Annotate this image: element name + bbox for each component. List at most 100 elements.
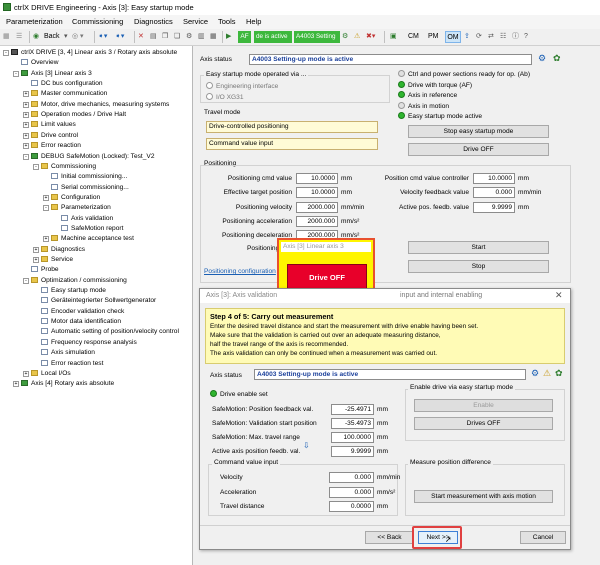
tree-toggle-icon[interactable]: -	[43, 205, 49, 212]
tree-item[interactable]: - Axis [3] Linear axis 3	[13, 69, 92, 79]
menu-help[interactable]: Help	[246, 17, 261, 26]
help-icon[interactable]: ?	[524, 31, 528, 43]
tree-toggle-icon[interactable]: +	[23, 112, 29, 119]
drives-off-button[interactable]: Drives OFF	[414, 417, 553, 430]
tool-icon[interactable]: ⚙	[186, 31, 192, 43]
tree-toggle-icon[interactable]: -	[23, 277, 29, 284]
stop-button[interactable]: Stop	[408, 260, 549, 273]
tree-toggle-icon[interactable]: +	[43, 194, 49, 201]
tree-item[interactable]: Error reaction test	[33, 359, 103, 369]
tree-toggle-icon[interactable]: -	[33, 163, 39, 170]
positioning-value-field[interactable]: 10.0000	[296, 173, 338, 184]
tree-item[interactable]: - Parameterization	[43, 203, 111, 213]
positioning-value-field[interactable]: 2000.000	[296, 215, 338, 227]
stop-easy-startup-button[interactable]: Stop easy startup mode	[408, 125, 549, 138]
run-icon[interactable]: ▶	[226, 31, 231, 43]
settings-icon[interactable]: ⚙	[342, 31, 348, 43]
tree-toggle-icon[interactable]: +	[23, 122, 29, 129]
tree-toggle-icon[interactable]: +	[33, 246, 39, 253]
tree-toggle-icon[interactable]: -	[3, 50, 9, 56]
tree-toggle-icon[interactable]: -	[13, 70, 19, 77]
menu-diagnostics[interactable]: Diagnostics	[134, 17, 173, 26]
tree-item[interactable]: + Operation modes / Drive Halt	[23, 110, 126, 120]
om-button[interactable]: OM	[445, 31, 461, 43]
nav-down-icon[interactable]: ➧▾	[98, 31, 107, 43]
tree-item[interactable]: - Commissioning	[33, 162, 96, 172]
tree-toggle-icon[interactable]: +	[23, 143, 29, 150]
positioning-value-field[interactable]: 2000.000	[296, 201, 338, 213]
stop-icon[interactable]: ✕	[138, 31, 144, 43]
paste-icon[interactable]: ❏	[174, 31, 180, 43]
drive-off-button[interactable]: Drive OFF	[408, 143, 549, 156]
axis-status-combo[interactable]: A4003 Setting	[294, 31, 340, 43]
tree-item[interactable]: + Motor, drive mechanics, measuring syste…	[23, 100, 169, 110]
upload-icon[interactable]: ⇪	[464, 31, 470, 43]
nav-up-icon[interactable]: ➧▾	[115, 31, 124, 43]
start-measurement-button[interactable]: Start measurement with axis motion	[414, 490, 553, 503]
menu-commissioning[interactable]: Commissioning	[72, 17, 123, 26]
copy-icon[interactable]: ❐	[162, 31, 168, 43]
tree-item[interactable]: SafeMotion report	[53, 224, 123, 234]
back-step-button[interactable]: << Back	[365, 531, 414, 544]
axis-refresh-icon[interactable]: ✿	[553, 53, 561, 64]
dialog-settings-icon[interactable]: ⚙	[531, 368, 539, 379]
menu-tools[interactable]: Tools	[218, 17, 236, 26]
command-value-field[interactable]: 0.0000	[329, 501, 374, 512]
alert-icon[interactable]: ⚠	[354, 31, 360, 43]
tree-icon[interactable]: ▦	[3, 31, 13, 43]
tree-toggle-icon[interactable]: +	[13, 381, 19, 388]
tree-item[interactable]: - ctrlX DRIVE [3, 4] Linear axis 3 / Rota…	[3, 48, 177, 58]
tree-item[interactable]: + Machine acceptance test	[43, 234, 134, 244]
tree-item[interactable]: Geräteintegrierter Sollwertgenerator	[33, 296, 156, 306]
info-icon[interactable]: ⓘ	[512, 31, 519, 43]
drive-icon[interactable]: ▣	[390, 31, 397, 43]
positioning-value-field[interactable]: 10.0000	[296, 187, 338, 199]
tree-item[interactable]: Motor data identification	[33, 317, 121, 327]
tree-item[interactable]: + Drive control	[23, 131, 78, 141]
start-button[interactable]: Start	[408, 241, 549, 254]
tree-item[interactable]: - Optimization / commissioning	[23, 276, 127, 286]
tree-toggle-icon[interactable]: +	[23, 370, 29, 377]
sync-icon[interactable]: ⟳	[476, 31, 482, 43]
tree-toggle-icon[interactable]: +	[23, 101, 29, 108]
menu-parameterization[interactable]: Parameterization	[6, 17, 63, 26]
print-icon[interactable]: ▤	[150, 31, 157, 43]
tree-item[interactable]: + Service	[33, 255, 73, 265]
dialog-alert-icon[interactable]: ⚠	[543, 368, 551, 379]
error-icon[interactable]: ✖▾	[366, 31, 375, 43]
tree-toggle-icon[interactable]: +	[43, 236, 49, 243]
axis-settings-icon[interactable]: ⚙	[538, 53, 546, 64]
tree-item[interactable]: Easy startup mode	[33, 286, 106, 296]
tree-item[interactable]: Encoder validation check	[33, 307, 124, 317]
radio-io[interactable]: I/O XG31	[206, 93, 244, 101]
tree-item[interactable]: Axis validation	[53, 214, 113, 224]
tree-item[interactable]: Automatic setting of position/velocity c…	[33, 327, 179, 337]
cm-button[interactable]: CM	[408, 31, 422, 43]
tree-item[interactable]: Frequency response analysis	[33, 338, 137, 348]
tree-item[interactable]: Axis simulation	[33, 348, 95, 358]
tree-item[interactable]: + Local I/Os	[23, 369, 71, 379]
tree-item[interactable]: Overview	[13, 58, 58, 68]
tree-item[interactable]: Serial commissioning...	[43, 183, 129, 193]
tree-item[interactable]: + Master communication	[23, 89, 107, 99]
tree-item[interactable]: + Diagnostics	[33, 245, 85, 255]
back-arrow-icon[interactable]: ◉	[33, 31, 39, 43]
command-value-field[interactable]: 0.000	[329, 472, 374, 483]
command-value-field[interactable]: 0.000	[329, 486, 374, 498]
radio-engineering[interactable]: Engineering interface	[206, 82, 278, 90]
forward-icon[interactable]: ◎ ▾	[72, 31, 84, 43]
dialog-refresh-icon[interactable]: ✿	[555, 368, 563, 379]
grid-icon[interactable]: ▦	[210, 31, 217, 43]
tree-toggle-icon[interactable]: +	[33, 257, 39, 263]
list-icon[interactable]: ☰	[16, 31, 26, 43]
chart-icon[interactable]: ▥	[198, 31, 205, 43]
list2-icon[interactable]: ☷	[500, 31, 506, 43]
tree-toggle-icon[interactable]: +	[23, 132, 29, 139]
back-button[interactable]: Back	[44, 31, 60, 43]
tree-item[interactable]: + Error reaction	[23, 141, 81, 151]
tree-toggle-icon[interactable]: -	[23, 153, 29, 160]
enable-button[interactable]: Enable	[414, 399, 553, 412]
dialog-close-icon[interactable]: ✕	[555, 290, 563, 301]
tree-item[interactable]: + Axis [4] Rotary axis absolute	[13, 379, 114, 389]
tree-item[interactable]: + Configuration	[43, 193, 100, 203]
